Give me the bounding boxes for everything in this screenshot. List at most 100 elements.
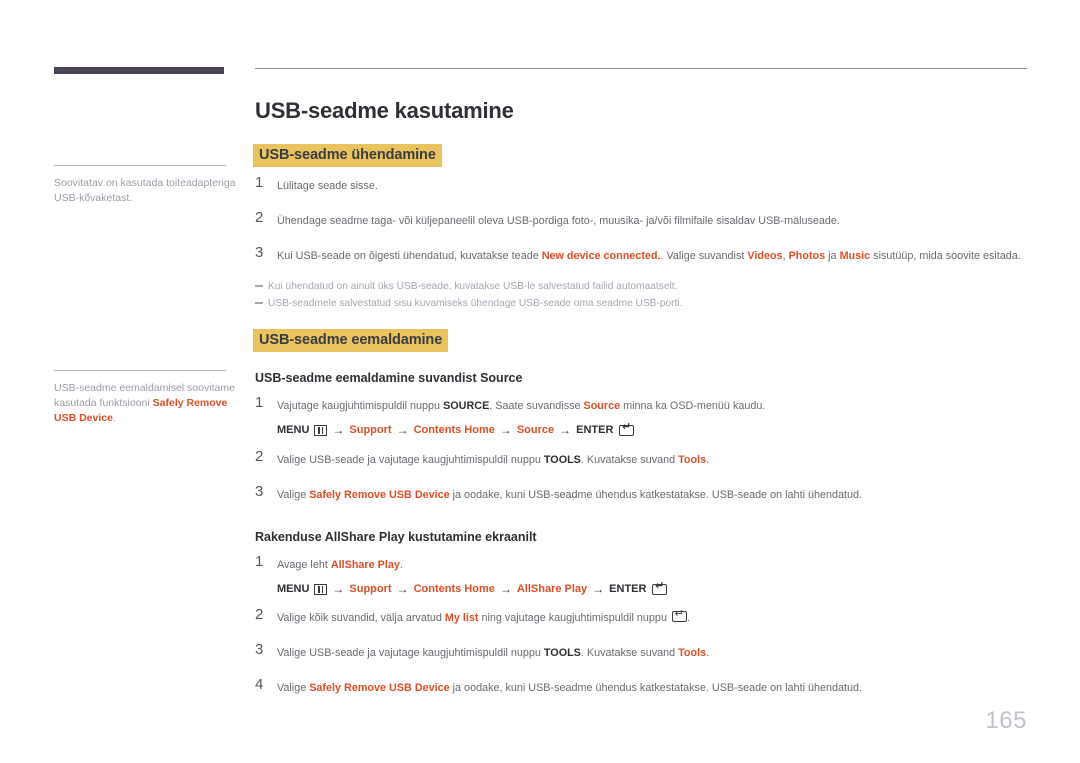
step-text-part: ja oodake, kuni USB-seadme ühendus katke… [449,682,862,694]
sidebar-note-text-tail: . [112,412,116,424]
step-text: Kui USB-seade on õigesti ühendatud, kuva… [277,248,1027,264]
menu-path-label: Support [349,424,392,436]
menu-icon [314,583,328,595]
step-item: 3 Valige Safely Remove USB Device ja ood… [255,483,1027,503]
sidebar-note-text: Soovitatav on kasutada toiteadapteriga U… [54,177,236,204]
subsection-heading-source: USB-seadme eemaldamine suvandist Source [255,371,523,385]
step-number: 2 [255,209,264,226]
step-text-accent: Tools [678,454,707,466]
step-text-accent: Music [839,250,871,262]
step-text-part: Valige USB-seade ja vajutage kaugjuhtimi… [277,454,544,466]
arrow-icon: → [332,582,345,596]
step-text: Lülitage seade sisse. [277,178,1027,194]
step-item: 3 Kui USB-seade on õigesti ühendatud, ku… [255,244,1027,264]
arrow-icon: → [332,423,345,437]
step-text-part: minna ka OSD-menüü kaudu. [620,400,766,412]
tip-item: Kui ühendatud on ainult üks USB-seade, k… [255,278,1027,295]
section-heading-removing: USB-seadme eemaldamine [253,329,449,352]
step-text-accent: AllShare Play [330,559,400,571]
step-number: 4 [255,676,264,693]
step-text: Avage leht AllShare Play. [277,557,1027,573]
step-text-part: Valige [277,489,310,501]
arrow-icon: → [396,582,409,596]
step-number: 3 [255,244,264,261]
step-text: Ühendage seadme taga- või küljepaneelil … [277,213,1027,229]
step-text-accent: Tools [678,647,707,659]
step-text-part: . Kuvatakse suvand [580,454,679,466]
tips-list: Kui ühendatud on ainult üks USB-seade, k… [255,278,1027,312]
menu-path-label: Contents Home [413,424,495,436]
document-page: Soovitatav on kasutada toiteadapteriga U… [0,0,1080,763]
step-text-accent: Safely Remove USB Device [309,682,450,694]
step-text-part: Valige [277,682,310,694]
arrow-icon: → [499,582,512,596]
step-text-part: Valige kõik suvandid, välja arvatud [277,612,445,624]
step-number: 2 [255,606,264,623]
sidebar-note-safely-remove: USB-seadme eemaldamisel soovitame kasuta… [54,370,240,426]
step-text-accent: Safely Remove USB Device [309,489,450,501]
arrow-icon: → [396,423,409,437]
menu-path-label: Support [349,583,392,595]
step-number: 1 [255,394,264,411]
arrow-icon: → [592,582,605,596]
step-text-strong: TOOLS [543,454,581,466]
step-text-strong: SOURCE [443,400,490,412]
enter-icon [619,421,635,436]
step-text-part: Lülitage seade sisse. [277,180,378,192]
step-text-accent: New device connected. [541,250,661,262]
step-item: 2 Valige kõik suvandid, välja arvatud My… [255,606,1027,626]
step-text-part: sisutüüp, mida soovite esitada. [870,250,1021,262]
menu-path-label: ENTER [609,583,647,595]
left-rail: Soovitatav on kasutada toiteadapteriga U… [54,0,240,763]
step-text-part: . [706,647,710,659]
header-rule [255,68,1027,69]
step-text-part: . [399,559,403,571]
step-item: 2 Valige USB-seade ja vajutage kaugjuhti… [255,448,1027,468]
step-item: 1 Vajutage kaugjuhtimispuldil nuppu SOUR… [255,394,1027,437]
step-text-part: ja oodake, kuni USB-seadme ühendus katke… [449,489,862,501]
menu-path-label: Source [516,424,555,436]
step-text-part: . Valige suvandist [660,250,748,262]
arrow-icon: → [499,423,512,437]
step-number: 2 [255,448,264,465]
rail-accent-bar [54,67,224,74]
step-text-part: ning vajutage kaugjuhtimispuldil nuppu [478,612,670,624]
tip-item: USB-seadmele salvestatud sisu kuvamiseks… [255,295,1027,312]
step-text-accent: Photos [788,250,826,262]
step-text-part: . [706,454,710,466]
enter-icon [671,608,687,622]
menu-path-label: AllShare Play [516,583,588,595]
step-item: 2 Ühendage seadme taga- või küljepaneeli… [255,209,1027,229]
menu-icon [314,424,328,436]
step-text-part: . Saate suvandisse [489,400,584,412]
menu-path-label: MENU [277,583,310,595]
enter-icon [652,580,668,595]
step-item: 1 Avage leht AllShare Play. MENU → Support… [255,553,1027,596]
page-number: 165 [985,707,1027,734]
step-number: 1 [255,553,264,570]
step-item: 3 Valige USB-seade ja vajutage kaugjuhti… [255,641,1027,661]
step-text-part: Ühendage seadme taga- või küljepaneelil … [277,215,840,227]
step-text-part: . [686,612,690,624]
step-text-strong: TOOLS [543,647,581,659]
step-number: 3 [255,641,264,658]
step-text-part: Avage leht [277,559,331,571]
step-text-accent: Videos [747,250,783,262]
step-text: Valige Safely Remove USB Device ja oodak… [277,680,1027,696]
step-text-part: Vajutage kaugjuhtimispuldil nuppu [277,400,444,412]
sidebar-note-divider [54,370,226,371]
menu-path-source: MENU → Support → Contents Home → Source → ENTER [277,421,1027,437]
step-text: Valige USB-seade ja vajutage kaugjuhtimi… [277,645,1027,661]
step-item: 4 Valige Safely Remove USB Device ja ood… [255,676,1027,696]
sidebar-note-divider [54,165,226,166]
step-text-part: Kui USB-seade on õigesti ühendatud, kuva… [277,250,542,262]
sidebar-note-power-adapter: Soovitatav on kasutada toiteadapteriga U… [54,165,240,206]
step-number: 3 [255,483,264,500]
step-text-part: ja [825,250,840,262]
page-title: USB-seadme kasutamine [255,98,514,123]
step-text-accent: Source [583,400,621,412]
step-item: 1 Lülitage seade sisse. [255,174,1027,194]
step-text: Valige Safely Remove USB Device ja oodak… [277,487,1027,503]
menu-path-allshare: MENU → Support → Contents Home → AllShare Play… [277,580,1027,596]
step-text: Valige kõik suvandid, välja arvatud My l… [277,608,1027,626]
